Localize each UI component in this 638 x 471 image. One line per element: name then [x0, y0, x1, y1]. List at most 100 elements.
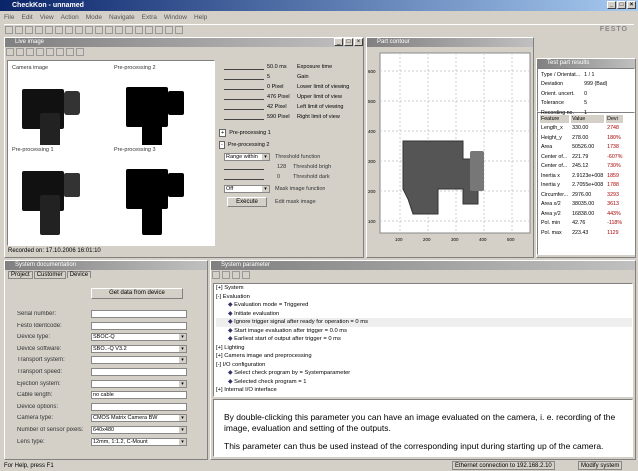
tab-project[interactable]: Project [8, 271, 33, 279]
page-3-button[interactable] [66, 48, 74, 56]
toolbar-button[interactable] [175, 26, 183, 34]
toolbar-button[interactable] [15, 26, 23, 34]
get-data-button[interactable]: Get data from device [91, 288, 183, 299]
toolbar-button[interactable] [45, 26, 53, 34]
zoom-icon[interactable] [36, 48, 44, 56]
field-input[interactable]: 640x480 [91, 426, 187, 434]
page-1-button[interactable] [46, 48, 54, 56]
column-header[interactable]: Value [571, 115, 605, 123]
param-slider[interactable] [224, 74, 264, 80]
expand-icon[interactable]: - [219, 141, 225, 149]
toolbar-button[interactable] [95, 26, 103, 34]
field-input[interactable]: SBOC-Q [91, 333, 187, 342]
menu-item[interactable]: Window [164, 14, 187, 21]
expand-icon[interactable]: [+] [216, 353, 224, 359]
thumb-preproc-1[interactable]: Pre-processing 1 [10, 145, 110, 245]
toolbar-button[interactable] [85, 26, 93, 34]
expand-icon[interactable]: [+] [216, 345, 224, 351]
maximize-button[interactable]: □ [617, 1, 626, 9]
tree-node[interactable]: ◆ Evaluation mode = Triggered [216, 301, 632, 310]
feature-row[interactable]: Area 50526.00 1738 [540, 144, 623, 152]
toolbar-button[interactable] [165, 26, 173, 34]
expand-icon[interactable]: + [219, 129, 227, 137]
field-input[interactable] [91, 321, 187, 330]
toolbar-button[interactable] [35, 26, 43, 34]
tree-icon[interactable] [212, 271, 220, 279]
toolbar-button[interactable] [155, 26, 163, 34]
toolbar-button[interactable] [145, 26, 153, 34]
page-2-button[interactable] [56, 48, 64, 56]
camera-icon[interactable] [26, 48, 34, 56]
feature-row[interactable]: Center of... 221.79 -607% [540, 153, 623, 161]
feature-row[interactable]: Area y/2 16838.00 443% [540, 210, 623, 218]
expand-icon[interactable]: [+] [216, 285, 224, 291]
feature-row[interactable]: Inertia y 2.7055e+008 1788 [540, 182, 623, 190]
menu-item[interactable]: Help [194, 14, 207, 21]
param-slider[interactable] [224, 104, 264, 110]
field-input[interactable] [91, 402, 187, 411]
toolbar-button[interactable] [25, 26, 33, 34]
field-input[interactable] [91, 379, 187, 388]
param-slider[interactable] [224, 94, 264, 100]
feature-row[interactable]: Pol. max 223.43 1129 [540, 229, 623, 237]
close-button[interactable]: × [354, 38, 363, 46]
menu-item[interactable]: File [4, 14, 14, 21]
expand-icon[interactable]: [-] [216, 294, 223, 300]
param-row[interactable]: 0 Pixel Lower limit of viewing [219, 84, 361, 92]
param-slider[interactable] [224, 114, 264, 120]
feature-row[interactable]: Area x/2 38035.00 3613 [540, 201, 623, 209]
threshold-slider[interactable] [224, 164, 264, 170]
param-row[interactable]: 476 Pixel Upper limit of view [219, 94, 361, 102]
minimize-button[interactable]: _ [607, 1, 616, 9]
toolbar-button[interactable] [115, 26, 123, 34]
tree-node[interactable]: [+] System [216, 284, 632, 293]
toolbar-button[interactable] [5, 26, 13, 34]
feature-row[interactable]: Height_y 278.00 180% [540, 134, 623, 142]
tree-node[interactable]: [-] I/O configuration [216, 361, 632, 370]
preproc-group[interactable]: - Pre-processing 2 [219, 141, 269, 150]
filter-icon[interactable] [232, 271, 240, 279]
menu-item[interactable]: Edit [21, 14, 32, 21]
menu-item[interactable]: Extra [142, 14, 157, 21]
toolbar-button[interactable] [55, 26, 63, 34]
feature-row[interactable]: Pol. min 42.76 -118% [540, 220, 623, 228]
toolbar-button[interactable] [65, 26, 73, 34]
feature-row[interactable]: Circumfer... 2976.00 3293 [540, 191, 623, 199]
thumb-preproc-3[interactable]: Pre-processing 3 [112, 145, 212, 245]
param-row[interactable]: 50.0 ms Exposure time [219, 64, 361, 72]
column-header[interactable]: Feature [540, 115, 570, 123]
expand-icon[interactable]: [-] [216, 362, 223, 368]
stop-icon[interactable] [16, 48, 24, 56]
field-input[interactable]: 12mm, 1:1.2, C-Mount [91, 437, 187, 446]
feature-row[interactable]: Inertia x 2.9123e+008 1859 [540, 172, 623, 180]
tree-node[interactable]: ◆ Ignore trigger signal after ready for … [216, 318, 632, 327]
toolbar-button[interactable] [75, 26, 83, 34]
execute-button[interactable]: Execute [227, 197, 267, 207]
tab-customer[interactable]: Customer [33, 271, 66, 279]
tree-node[interactable]: ◆ Earliest start of output after trigger… [216, 335, 632, 344]
expand-icon[interactable]: [+] [216, 387, 224, 393]
tree-node[interactable]: ◆ Start image evaluation after trigger =… [216, 327, 632, 336]
field-input[interactable] [91, 368, 187, 376]
play-icon[interactable] [6, 48, 14, 56]
tree-node[interactable]: [+] Internal I/O interface [216, 386, 632, 395]
toolbar-button[interactable] [135, 26, 143, 34]
param-row[interactable]: 590 Pixel Right limit of view [219, 114, 361, 122]
menu-item[interactable]: Action [61, 14, 79, 21]
param-slider[interactable] [224, 64, 264, 70]
param-row[interactable]: 5 Gain [219, 74, 361, 82]
feature-row[interactable]: Length_x 330.00 2748 [540, 125, 623, 133]
tree-node[interactable]: ◆ Select check program by = Systemparame… [216, 369, 632, 378]
close-button[interactable]: × [627, 1, 636, 9]
field-input[interactable]: SBO..-Q V3.2 [91, 344, 187, 353]
toolbar-button[interactable] [125, 26, 133, 34]
tree-node[interactable]: ◆ Initiate evaluation [216, 310, 632, 319]
menu-item[interactable]: Navigate [109, 14, 135, 21]
param-row[interactable]: 42 Pixel Left limit of viewing [219, 104, 361, 112]
settings-icon[interactable] [76, 48, 84, 56]
menu-item[interactable]: View [40, 14, 54, 21]
tree-node[interactable]: [-] Evaluation [216, 293, 632, 302]
field-input[interactable]: CMOS Matrix Camera BW [91, 414, 187, 423]
tree-node[interactable]: [+] Lighting [216, 344, 632, 353]
column-header[interactable]: Devi [606, 115, 624, 123]
